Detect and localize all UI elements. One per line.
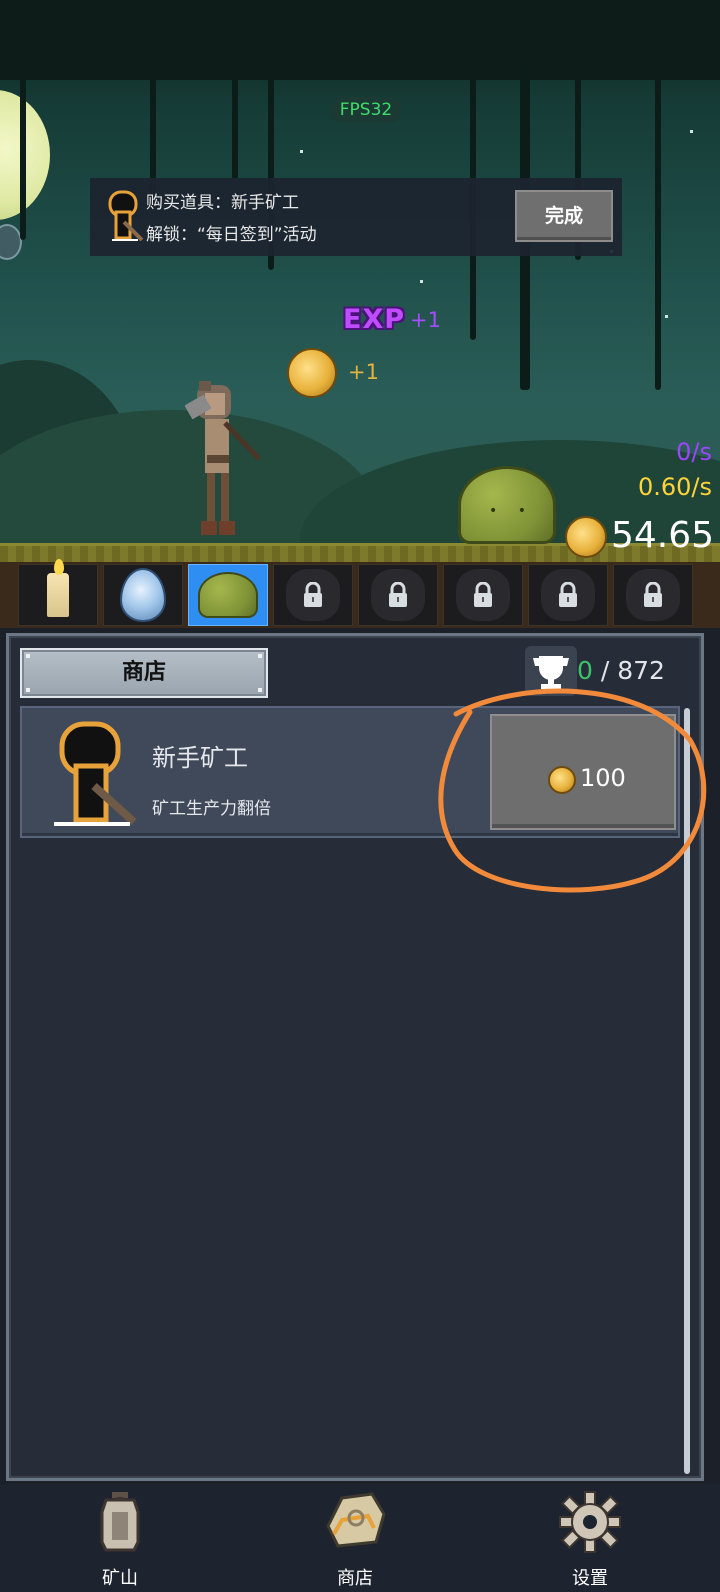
trophy-total: / 872 [592, 656, 665, 685]
lock-icon [559, 582, 577, 607]
nav-label-shop: 商店 [337, 1568, 373, 1589]
shop-item-row[interactable]: 新手矿工 矿工生产力翻倍 100 [20, 706, 680, 838]
star [300, 150, 303, 153]
monster-slot-egg[interactable] [103, 564, 183, 626]
nav-item-settings[interactable]: 设置 [530, 1484, 650, 1592]
buy-button[interactable]: 100 [490, 714, 676, 830]
item-description: 矿工生产力翻倍 [152, 799, 271, 819]
monster-select-bar [0, 559, 720, 628]
item-name: 新手矿工 [152, 744, 248, 772]
slime-monster[interactable]: • • [458, 466, 556, 544]
nav-item-shop[interactable]: 商店 [295, 1484, 415, 1592]
monster-slot-locked[interactable] [528, 564, 608, 626]
tab-shop-label: 商店 [121, 660, 166, 685]
vine [232, 60, 238, 180]
quest-unlock-text: 解锁：“每日签到”活动 [146, 225, 317, 245]
quest-title: 购买道具：新手矿工 [146, 193, 299, 213]
monster-slot-locked[interactable] [273, 564, 353, 626]
coin-icon [287, 348, 337, 398]
tree-canopy [0, 0, 720, 80]
tab-shop[interactable]: 商店 [20, 648, 268, 698]
nav-label-mine: 矿山 [102, 1568, 138, 1589]
lock-icon [389, 582, 407, 607]
nav-item-mine[interactable]: 矿山 [60, 1484, 180, 1592]
coin-icon [548, 766, 576, 794]
slime-icon [198, 572, 258, 618]
monster-slot-locked[interactable] [358, 564, 438, 626]
trophy-owned: 0 [577, 656, 593, 685]
fps-counter: FPS32 [330, 97, 402, 123]
star [420, 280, 423, 283]
nav-label-settings: 设置 [572, 1568, 608, 1589]
candle-icon [47, 559, 69, 617]
side-badge-icon[interactable] [0, 224, 22, 260]
buy-price: 100 [580, 764, 626, 792]
egg-icon [120, 568, 166, 622]
miner-character [185, 381, 261, 535]
gear-icon [559, 1491, 621, 1553]
ore-stone-icon [326, 1492, 386, 1548]
lock-icon [474, 582, 492, 607]
shop-scrollbar[interactable] [684, 708, 690, 1474]
monster-slot-locked[interactable] [613, 564, 693, 626]
gold-amount: 54.65 [611, 515, 715, 556]
trophy-count: 0 / 872 [577, 656, 665, 685]
bottom-nav: 矿山 商店 设置 [0, 1484, 720, 1592]
gold-rate: 0.60/s [637, 473, 712, 501]
miner-silhouette-icon [108, 190, 144, 242]
lock-icon [304, 582, 322, 607]
lantern-icon [100, 1492, 140, 1552]
star [690, 130, 693, 133]
miner-silhouette-icon [54, 721, 137, 826]
star [665, 315, 668, 318]
coin-icon [565, 516, 607, 558]
trophy-icon [525, 646, 577, 696]
coin-gain-text: +1 [348, 360, 379, 384]
exp-badge: EXP [343, 304, 406, 335]
monster-slot-locked[interactable] [443, 564, 523, 626]
exp-rate: 0/s [676, 438, 712, 466]
exp-gain-text: +1 [410, 308, 441, 332]
quest-notification: 购买道具：新手矿工 解锁：“每日签到”活动 完成 [90, 178, 622, 256]
lock-icon [644, 582, 662, 607]
vine [655, 60, 661, 390]
vine [20, 60, 26, 240]
monster-slot-candle[interactable] [18, 559, 98, 626]
quest-complete-button[interactable]: 完成 [515, 190, 613, 242]
game-scene[interactable]: FPS32 购买道具：新手矿工 解锁：“每日签到”活动 完成 EXP +1 +1… [0, 0, 720, 565]
monster-slot-slime[interactable] [188, 564, 268, 626]
